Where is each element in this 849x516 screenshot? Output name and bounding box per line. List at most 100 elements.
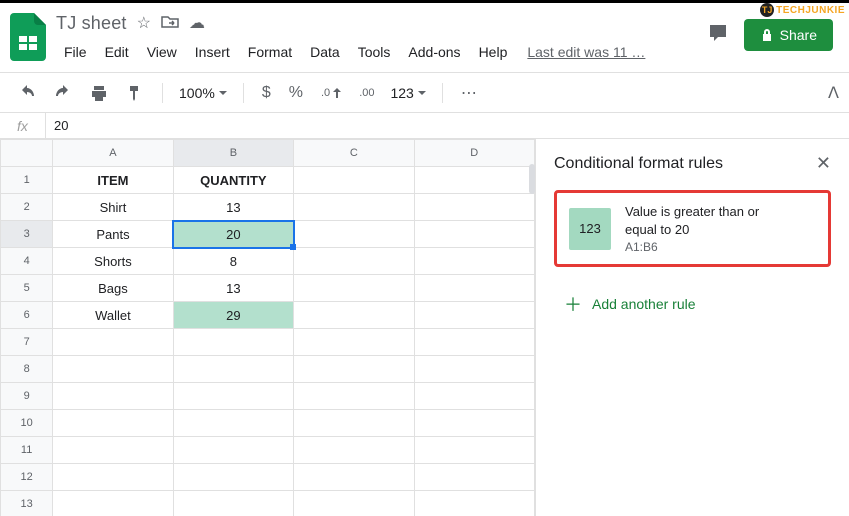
col-header-A[interactable]: A bbox=[53, 140, 173, 167]
cell-B11[interactable] bbox=[173, 437, 293, 464]
menu-data[interactable]: Data bbox=[302, 40, 348, 64]
cell-A8[interactable] bbox=[53, 356, 173, 383]
menu-tools[interactable]: Tools bbox=[350, 40, 399, 64]
decrease-decimal-button[interactable]: .0 bbox=[315, 83, 347, 103]
increase-decimal-button[interactable]: .00 bbox=[353, 83, 380, 103]
cell-C10[interactable] bbox=[294, 410, 414, 437]
row-header-10[interactable]: 10 bbox=[1, 410, 53, 437]
menu-file[interactable]: File bbox=[56, 40, 95, 64]
cell-C12[interactable] bbox=[294, 464, 414, 491]
menu-insert[interactable]: Insert bbox=[187, 40, 238, 64]
cell-C9[interactable] bbox=[294, 383, 414, 410]
format-rule-card[interactable]: 123 Value is greater than or equal to 20… bbox=[554, 190, 831, 267]
menu-help[interactable]: Help bbox=[471, 40, 516, 64]
print-button[interactable] bbox=[84, 80, 114, 106]
cell-B12[interactable] bbox=[173, 464, 293, 491]
cell-A13[interactable] bbox=[53, 491, 173, 516]
cell-D3[interactable] bbox=[414, 221, 534, 248]
cell-C13[interactable] bbox=[294, 491, 414, 516]
cell-B9[interactable] bbox=[173, 383, 293, 410]
formula-input[interactable] bbox=[46, 118, 849, 133]
cell-C2[interactable] bbox=[294, 194, 414, 221]
cell-A7[interactable] bbox=[53, 329, 173, 356]
sheets-logo-icon[interactable] bbox=[10, 13, 46, 61]
last-edit-link[interactable]: Last edit was 11 … bbox=[527, 44, 645, 60]
cell-B5[interactable]: 13 bbox=[173, 275, 293, 302]
row-header-6[interactable]: 6 bbox=[1, 302, 53, 329]
cell-A1[interactable]: ITEM bbox=[53, 167, 173, 194]
cell-B10[interactable] bbox=[173, 410, 293, 437]
row-header-4[interactable]: 4 bbox=[1, 248, 53, 275]
cell-D7[interactable] bbox=[414, 329, 534, 356]
cell-B8[interactable] bbox=[173, 356, 293, 383]
cell-A4[interactable]: Shorts bbox=[53, 248, 173, 275]
cell-C3[interactable] bbox=[294, 221, 414, 248]
cell-A10[interactable] bbox=[53, 410, 173, 437]
share-button[interactable]: Share bbox=[744, 19, 833, 51]
format-currency-button[interactable]: $ bbox=[256, 80, 277, 106]
cell-B6[interactable]: 29 bbox=[173, 302, 293, 329]
row-header-12[interactable]: 12 bbox=[1, 464, 53, 491]
row-header-11[interactable]: 11 bbox=[1, 437, 53, 464]
redo-button[interactable] bbox=[48, 80, 78, 106]
menu-edit[interactable]: Edit bbox=[97, 40, 137, 64]
cell-B2[interactable]: 13 bbox=[173, 194, 293, 221]
cell-B7[interactable] bbox=[173, 329, 293, 356]
cell-B1[interactable]: QUANTITY bbox=[173, 167, 293, 194]
row-header-9[interactable]: 9 bbox=[1, 383, 53, 410]
more-toolbar-button[interactable]: ⋯ bbox=[455, 79, 483, 107]
zoom-dropdown[interactable]: 100% bbox=[175, 83, 231, 103]
cell-A12[interactable] bbox=[53, 464, 173, 491]
row-header-5[interactable]: 5 bbox=[1, 275, 53, 302]
cell-D5[interactable] bbox=[414, 275, 534, 302]
cell-D10[interactable] bbox=[414, 410, 534, 437]
cell-C1[interactable] bbox=[294, 167, 414, 194]
cell-D4[interactable] bbox=[414, 248, 534, 275]
comment-history-icon[interactable] bbox=[706, 21, 730, 50]
cell-D11[interactable] bbox=[414, 437, 534, 464]
cell-D8[interactable] bbox=[414, 356, 534, 383]
cell-A6[interactable]: Wallet bbox=[53, 302, 173, 329]
row-header-1[interactable]: 1 bbox=[1, 167, 53, 194]
add-rule-button[interactable]: ＋ Add another rule bbox=[554, 285, 831, 323]
menu-view[interactable]: View bbox=[139, 40, 185, 64]
row-header-8[interactable]: 8 bbox=[1, 356, 53, 383]
cell-B3[interactable]: 20 bbox=[173, 221, 293, 248]
cell-D2[interactable] bbox=[414, 194, 534, 221]
cell-C11[interactable] bbox=[294, 437, 414, 464]
col-header-D[interactable]: D bbox=[414, 140, 534, 167]
move-icon[interactable] bbox=[161, 14, 179, 33]
collapse-toolbar-button[interactable]: ᐱ bbox=[828, 83, 839, 103]
row-header-7[interactable]: 7 bbox=[1, 329, 53, 356]
format-percent-button[interactable]: % bbox=[283, 80, 309, 106]
cell-C5[interactable] bbox=[294, 275, 414, 302]
cell-A9[interactable] bbox=[53, 383, 173, 410]
cell-B13[interactable] bbox=[173, 491, 293, 516]
scrollbar[interactable] bbox=[529, 164, 535, 194]
more-formats-dropdown[interactable]: 123 bbox=[386, 83, 429, 103]
col-header-C[interactable]: C bbox=[294, 140, 414, 167]
cell-C7[interactable] bbox=[294, 329, 414, 356]
cell-D6[interactable] bbox=[414, 302, 534, 329]
cell-A3[interactable]: Pants bbox=[53, 221, 173, 248]
menu-format[interactable]: Format bbox=[240, 40, 300, 64]
cell-A2[interactable]: Shirt bbox=[53, 194, 173, 221]
close-panel-button[interactable]: ✕ bbox=[816, 153, 831, 174]
select-all-cell[interactable] bbox=[1, 140, 53, 167]
cell-D9[interactable] bbox=[414, 383, 534, 410]
cell-A5[interactable]: Bags bbox=[53, 275, 173, 302]
row-header-2[interactable]: 2 bbox=[1, 194, 53, 221]
col-header-B[interactable]: B bbox=[173, 140, 293, 167]
cell-D12[interactable] bbox=[414, 464, 534, 491]
doc-title[interactable]: TJ sheet bbox=[56, 13, 127, 34]
cloud-status-icon[interactable]: ☁ bbox=[189, 13, 205, 33]
cell-D1[interactable] bbox=[414, 167, 534, 194]
undo-button[interactable] bbox=[12, 80, 42, 106]
paint-format-button[interactable] bbox=[120, 80, 150, 106]
row-header-13[interactable]: 13 bbox=[1, 491, 53, 516]
spreadsheet-grid[interactable]: ABCD1ITEMQUANTITY2Shirt133Pants204Shorts… bbox=[0, 139, 536, 516]
cell-C4[interactable] bbox=[294, 248, 414, 275]
cell-D13[interactable] bbox=[414, 491, 534, 516]
cell-A11[interactable] bbox=[53, 437, 173, 464]
menu-addons[interactable]: Add-ons bbox=[400, 40, 468, 64]
